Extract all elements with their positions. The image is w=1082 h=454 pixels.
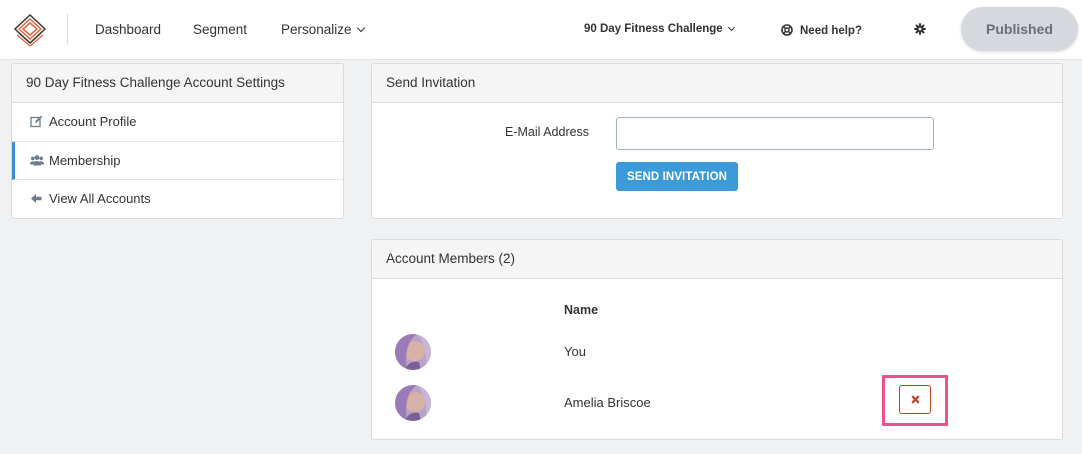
account-members-panel: Account Members (2) Name You Amelia Bris… bbox=[371, 239, 1063, 440]
arrow-left-icon bbox=[30, 192, 43, 205]
account-switcher[interactable]: 90 Day Fitness Challenge bbox=[584, 23, 735, 35]
close-icon bbox=[910, 395, 920, 404]
email-field[interactable] bbox=[616, 117, 934, 150]
column-header-name: Name bbox=[564, 303, 599, 317]
app-logo-icon[interactable] bbox=[12, 12, 48, 48]
nav-personalize[interactable]: Personalize bbox=[281, 22, 365, 37]
users-icon bbox=[30, 154, 44, 167]
sidebar-item-view-all-accounts[interactable]: View All Accounts bbox=[12, 180, 343, 218]
remove-member-button[interactable] bbox=[899, 385, 931, 414]
send-invitation-panel: Send Invitation E-Mail Address SEND INVI… bbox=[371, 63, 1063, 219]
top-navbar: Dashboard Segment Personalize 90 Day Fit… bbox=[0, 0, 1082, 60]
gear-icon[interactable] bbox=[914, 23, 926, 35]
nav-segment[interactable]: Segment bbox=[193, 22, 247, 37]
sidebar-item-label: Membership bbox=[49, 152, 121, 168]
account-members-title: Account Members (2) bbox=[372, 240, 1062, 279]
logo-divider bbox=[67, 14, 68, 44]
chevron-down-icon bbox=[356, 23, 365, 33]
nav-dashboard[interactable]: Dashboard bbox=[95, 22, 161, 37]
lifebuoy-icon bbox=[781, 24, 793, 36]
avatar bbox=[395, 385, 431, 421]
sidebar-item-label: Account Profile bbox=[49, 114, 137, 129]
help-label: Need help? bbox=[800, 25, 862, 37]
help-link[interactable]: Need help? bbox=[781, 22, 862, 37]
table-row: Amelia Briscoe bbox=[372, 375, 1062, 426]
account-settings-panel: 90 Day Fitness Challenge Account Setting… bbox=[11, 63, 344, 219]
send-invitation-button[interactable]: SEND INVITATION bbox=[616, 162, 738, 191]
nav-personalize-label: Personalize bbox=[281, 22, 352, 37]
sidebar-item-membership[interactable]: Membership bbox=[12, 141, 343, 180]
account-settings-title: 90 Day Fitness Challenge Account Setting… bbox=[12, 64, 343, 103]
sidebar-item-account-profile[interactable]: Account Profile bbox=[12, 103, 343, 142]
avatar bbox=[395, 334, 431, 370]
member-name: Amelia Briscoe bbox=[564, 395, 651, 410]
email-label: E-Mail Address bbox=[505, 125, 590, 139]
edit-icon bbox=[30, 115, 43, 128]
published-button[interactable]: Published bbox=[961, 7, 1078, 51]
member-name: You bbox=[564, 344, 586, 359]
table-row: You bbox=[372, 331, 1062, 371]
send-invitation-title: Send Invitation bbox=[372, 64, 1062, 103]
account-switcher-label: 90 Day Fitness Challenge bbox=[584, 23, 723, 35]
sidebar-item-label: View All Accounts bbox=[49, 191, 151, 206]
chevron-down-icon bbox=[727, 23, 735, 32]
